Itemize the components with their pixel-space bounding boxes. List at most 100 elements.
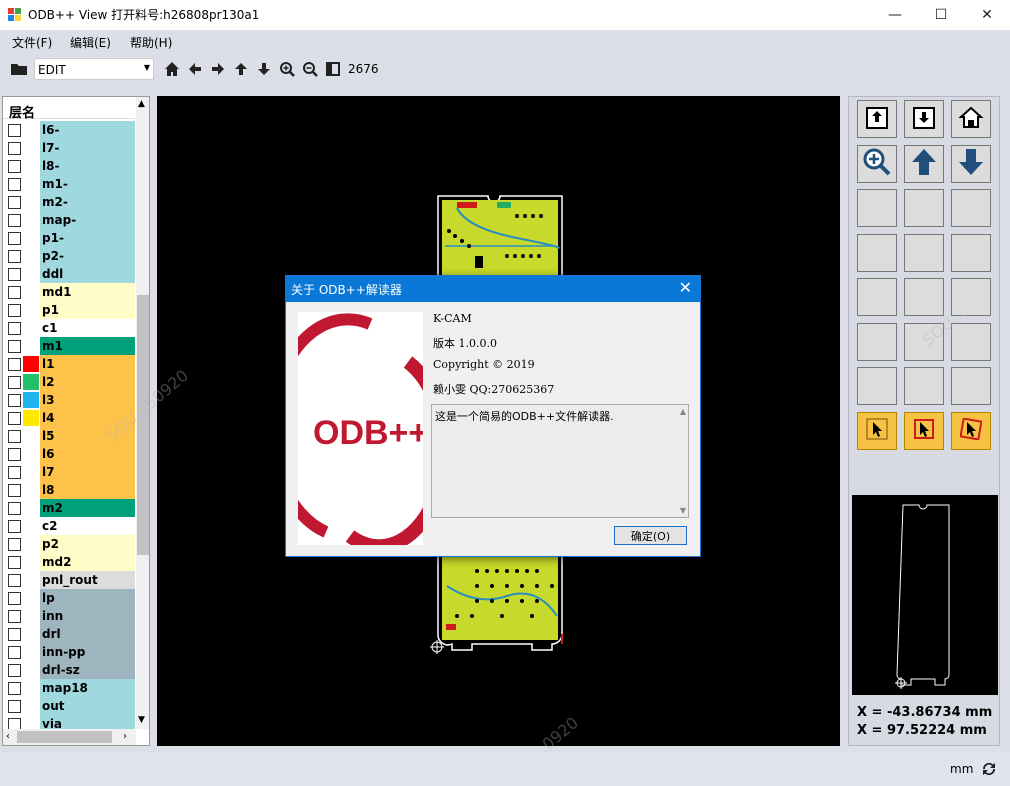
layer-color-swatch[interactable] [23, 464, 39, 480]
layer-row[interactable]: md2 [3, 553, 135, 571]
empty-tool-button[interactable] [857, 233, 897, 272]
open-folder-icon[interactable] [10, 60, 28, 78]
scroll-down-icon[interactable]: ▼ [138, 715, 145, 725]
layer-color-swatch[interactable] [23, 698, 39, 714]
maximize-icon[interactable]: ☐ [918, 0, 964, 30]
layer-color-swatch[interactable] [23, 320, 39, 336]
layer-checkbox[interactable] [8, 682, 21, 695]
empty-tool-button[interactable] [951, 322, 991, 361]
layer-checkbox[interactable] [8, 574, 21, 587]
scroll-left-icon[interactable]: ‹ [6, 731, 10, 742]
arrow-left-icon[interactable] [186, 60, 204, 78]
layer-color-swatch[interactable] [23, 500, 39, 516]
layer-row[interactable]: lp [3, 589, 135, 607]
layer-color-swatch[interactable] [23, 662, 39, 678]
layer-row[interactable]: drl-sz [3, 661, 135, 679]
layer-checkbox[interactable] [8, 502, 21, 515]
layer-row[interactable]: l7- [3, 139, 135, 157]
zoom-in-icon[interactable] [278, 60, 296, 78]
layer-color-swatch[interactable] [23, 176, 39, 192]
layer-row[interactable]: out [3, 697, 135, 715]
layer-color-swatch[interactable] [23, 446, 39, 462]
layer-color-swatch[interactable] [23, 626, 39, 642]
layer-color-swatch[interactable] [23, 194, 39, 210]
layer-checkbox[interactable] [8, 340, 21, 353]
layer-checkbox[interactable] [8, 304, 21, 317]
layer-color-swatch[interactable] [23, 482, 39, 498]
layer-row[interactable]: pnl_rout [3, 571, 135, 589]
layer-checkbox[interactable] [8, 466, 21, 479]
layer-checkbox[interactable] [8, 484, 21, 497]
arrow-up-button[interactable] [904, 144, 944, 183]
select-box-button[interactable] [904, 411, 944, 450]
layer-color-swatch[interactable] [23, 356, 39, 372]
layer-checkbox[interactable] [8, 628, 21, 641]
layer-row[interactable]: drl [3, 625, 135, 643]
arrow-down-icon[interactable] [255, 60, 273, 78]
layer-row[interactable]: c2 [3, 517, 135, 535]
layer-checkbox[interactable] [8, 700, 21, 713]
layer-row[interactable]: l7 [3, 463, 135, 481]
layer-checkbox[interactable] [8, 538, 21, 551]
layer-color-swatch[interactable] [23, 248, 39, 264]
empty-tool-button[interactable] [857, 367, 897, 405]
layer-row[interactable]: map18 [3, 679, 135, 697]
layer-row[interactable]: l8- [3, 157, 135, 175]
empty-tool-button[interactable] [904, 367, 944, 405]
home-icon[interactable] [163, 60, 181, 78]
layer-row[interactable]: l8 [3, 481, 135, 499]
empty-tool-button[interactable] [951, 189, 991, 227]
layer-row[interactable]: p2- [3, 247, 135, 265]
empty-tool-button[interactable] [904, 189, 944, 227]
empty-tool-button[interactable] [857, 189, 897, 227]
layer-color-swatch[interactable] [23, 554, 39, 570]
scroll-right-icon[interactable]: › [123, 731, 127, 742]
layer-row[interactable]: ddl [3, 265, 135, 283]
layer-checkbox[interactable] [8, 196, 21, 209]
arrow-down-button[interactable] [951, 144, 991, 183]
layer-color-swatch[interactable] [23, 572, 39, 588]
home-button[interactable] [951, 100, 991, 138]
layer-row[interactable]: l6 [3, 445, 135, 463]
menu-file[interactable]: 文件(F) [12, 34, 52, 51]
scroll-down-icon[interactable]: ▼ [680, 506, 686, 515]
layer-checkbox[interactable] [8, 448, 21, 461]
layer-color-swatch[interactable] [23, 284, 39, 300]
layer-row[interactable]: map- [3, 211, 135, 229]
zoom-in-button[interactable] [857, 144, 897, 183]
layer-color-swatch[interactable] [23, 392, 39, 408]
arrow-up-icon[interactable] [232, 60, 250, 78]
layer-color-swatch[interactable] [23, 536, 39, 552]
layer-checkbox[interactable] [8, 286, 21, 299]
layer-color-swatch[interactable] [23, 140, 39, 156]
layer-row[interactable]: md1 [3, 283, 135, 301]
export-button[interactable] [857, 100, 897, 138]
layer-color-swatch[interactable] [23, 302, 39, 318]
layer-color-swatch[interactable] [23, 158, 39, 174]
scroll-up-icon[interactable]: ▲ [138, 99, 145, 109]
layer-row[interactable]: m2- [3, 193, 135, 211]
arrow-right-icon[interactable] [209, 60, 227, 78]
import-button[interactable] [904, 100, 944, 138]
layer-row[interactable]: l1 [3, 355, 135, 373]
empty-tool-button[interactable] [857, 322, 897, 361]
layer-row[interactable]: l2 [3, 373, 135, 391]
layer-color-swatch[interactable] [23, 518, 39, 534]
empty-tool-button[interactable] [857, 278, 897, 316]
dialog-close-icon[interactable]: ✕ [679, 278, 692, 297]
layer-checkbox[interactable] [8, 160, 21, 173]
layer-checkbox[interactable] [8, 124, 21, 137]
layer-checkbox[interactable] [8, 214, 21, 227]
layer-checkbox[interactable] [8, 610, 21, 623]
empty-tool-button[interactable] [904, 233, 944, 272]
layer-checkbox[interactable] [8, 178, 21, 191]
layer-row[interactable]: inn-pp [3, 643, 135, 661]
layer-color-swatch[interactable] [23, 338, 39, 354]
layer-row[interactable]: l3 [3, 391, 135, 409]
layer-checkbox[interactable] [8, 412, 21, 425]
layer-color-swatch[interactable] [23, 266, 39, 282]
menu-help[interactable]: 帮助(H) [130, 34, 172, 51]
layer-checkbox[interactable] [8, 322, 21, 335]
close-icon[interactable]: ✕ [964, 0, 1010, 30]
empty-tool-button[interactable] [904, 278, 944, 316]
